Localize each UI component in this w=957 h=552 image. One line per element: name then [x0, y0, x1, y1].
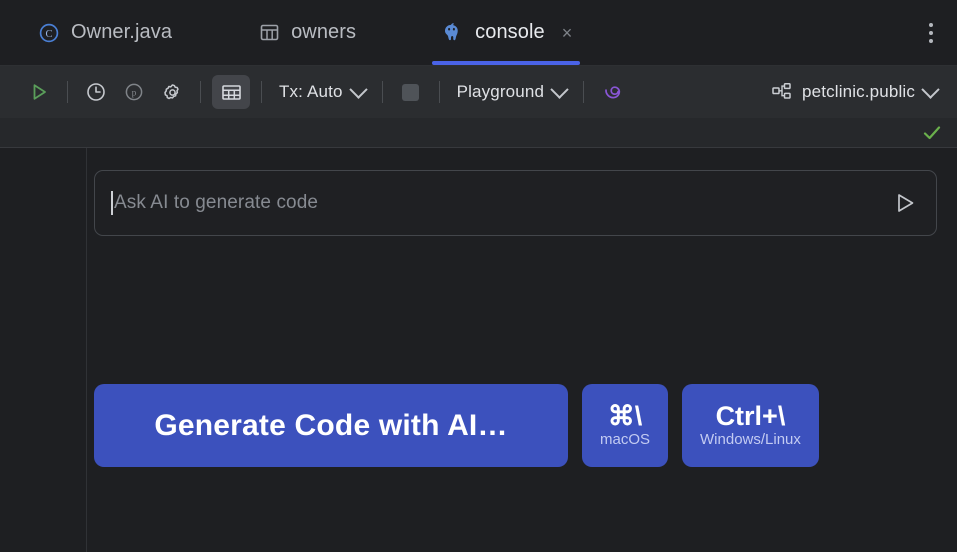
tab-console[interactable]: console × [424, 0, 588, 65]
postgresql-elephant-icon [440, 21, 464, 45]
play-run-icon [28, 81, 50, 103]
send-play-icon[interactable] [892, 190, 918, 216]
output-grid-toggle-button[interactable] [212, 75, 250, 109]
session-label: Playground [457, 82, 545, 102]
generate-code-cta-row: Generate Code with AI… ⌘\ macOS Ctrl+\ W… [94, 384, 819, 467]
chevron-down-icon [550, 80, 568, 98]
toolbar-divider [583, 81, 584, 103]
shortcut-keys: Ctrl+\ [716, 402, 786, 430]
schema-label: petclinic.public [802, 82, 915, 102]
tab-label: console [475, 21, 545, 44]
ai-prompt-field[interactable]: Ask AI to generate code [94, 170, 937, 236]
settings-button[interactable] [155, 75, 189, 109]
green-checkmark-icon [921, 122, 943, 144]
java-class-icon: C [38, 22, 60, 44]
execute-button[interactable] [22, 75, 56, 109]
svg-text:C: C [45, 29, 52, 40]
toolbar-divider [261, 81, 262, 103]
clock-history-icon [85, 81, 107, 103]
history-button[interactable] [79, 75, 113, 109]
sql-editor-area[interactable]: Ask AI to generate code Generate Code wi… [87, 148, 957, 552]
shortcut-platform: macOS [600, 432, 650, 449]
schema-selector-dropdown[interactable]: petclinic.public [765, 75, 943, 109]
session-dropdown[interactable]: Playground [451, 75, 573, 109]
console-body: Ask AI to generate code Generate Code wi… [0, 148, 957, 552]
toolbar-divider [200, 81, 201, 103]
generate-code-with-ai-button[interactable]: Generate Code with AI… [94, 384, 568, 467]
shortcut-platform: Windows/Linux [700, 432, 801, 449]
editor-gutter [0, 148, 87, 552]
toolbar-divider [67, 81, 68, 103]
toolbar-divider [439, 81, 440, 103]
chevron-down-icon [349, 80, 367, 98]
tab-label: owners [291, 21, 356, 44]
ai-prompt-placeholder: Ask AI to generate code [114, 192, 892, 214]
text-caret [111, 191, 113, 215]
shortcut-badge-macos[interactable]: ⌘\ macOS [582, 384, 668, 467]
toolbar-divider [382, 81, 383, 103]
shortcut-badge-windows-linux[interactable]: Ctrl+\ Windows/Linux [682, 384, 819, 467]
stop-button[interactable] [394, 75, 428, 109]
kebab-menu-icon[interactable] [923, 17, 939, 49]
schema-hierarchy-icon [771, 81, 793, 103]
editor-tab-bar: C Owner.java owners [0, 0, 957, 65]
profile-button[interactable]: p [117, 75, 151, 109]
database-table-icon [259, 22, 280, 43]
database-console-window: C Owner.java owners [0, 0, 957, 552]
tab-owner-java[interactable]: C Owner.java [22, 0, 188, 65]
gear-icon [161, 81, 184, 104]
ai-assistant-button[interactable] [595, 75, 629, 109]
transaction-mode-dropdown[interactable]: Tx: Auto [273, 75, 371, 109]
generate-code-label: Generate Code with AI… [154, 409, 507, 443]
stop-square-icon [402, 84, 419, 101]
shortcut-keys: ⌘\ [608, 402, 643, 430]
p-circle-icon: p [123, 81, 145, 103]
table-grid-icon [220, 81, 243, 104]
tab-owners[interactable]: owners [243, 0, 372, 65]
close-icon[interactable]: × [562, 24, 573, 42]
ai-spiral-icon [600, 80, 624, 104]
svg-text:p: p [132, 89, 137, 99]
chevron-down-icon [921, 80, 939, 98]
transaction-mode-label: Tx: Auto [279, 82, 343, 102]
console-status-strip [0, 118, 957, 148]
console-toolbar: p Tx: Auto [0, 65, 957, 118]
tab-label: Owner.java [71, 21, 172, 44]
